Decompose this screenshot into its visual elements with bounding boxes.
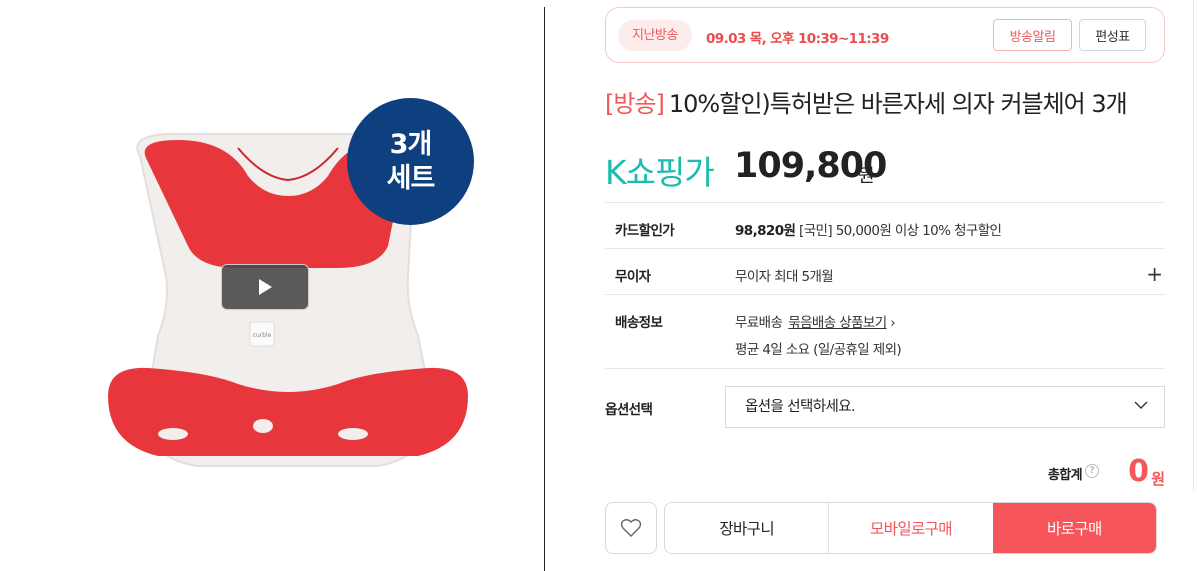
info-table-bottom-border — [605, 368, 1165, 369]
chevron-right-icon: › — [890, 315, 896, 331]
card-discount-desc: [국민] 50,000원 이상 10% 청구할인 — [799, 223, 1002, 239]
product-title-text: 10%할인)특허받은 바른자세 의자 커블체어 3개 — [668, 90, 1128, 118]
channel-price-label: K쇼핑가 — [605, 153, 715, 192]
option-label: 옵션선택 — [605, 402, 653, 418]
product-title: [방송] 10%할인)특허받은 바른자세 의자 커블체어 3개 — [605, 84, 1128, 119]
add-to-cart-button[interactable]: 장바구니 — [665, 503, 830, 553]
video-play-button[interactable] — [221, 264, 309, 310]
chevron-down-icon — [1134, 401, 1148, 409]
card-discount-row: 카드할인가 98,820원 [국민] 50,000원 이상 10% 청구할인 — [605, 202, 1165, 248]
price-unit: 원 — [858, 166, 875, 187]
product-title-tag: [방송] — [605, 90, 665, 118]
play-icon — [259, 279, 272, 295]
shipping-eta: 평균 4일 소요 (일/공휴일 제외) — [735, 342, 902, 358]
total-amount: 0 — [1128, 454, 1149, 489]
card-discount-label: 카드할인가 — [615, 223, 675, 239]
bundle-shipping-link[interactable]: 묶음배송 상품보기 — [788, 315, 887, 331]
broadcast-status-pill: 지난방송 — [618, 20, 692, 51]
schedule-button[interactable]: 편성표 — [1079, 19, 1146, 51]
card-discount-price: 98,820원 — [735, 223, 796, 239]
total-unit: 원 — [1151, 470, 1165, 488]
mobile-purchase-button[interactable]: 모바일로구매 — [829, 503, 993, 553]
broadcast-info-bar: 지난방송 09.03 목, 오후 10:39~11:39 방송알림 편성표 — [605, 7, 1165, 63]
installment-row: 무이자 무이자 최대 5개월 + — [605, 248, 1165, 294]
expand-plus-icon[interactable]: + — [1146, 264, 1163, 284]
total-label: 총합계 — [1047, 468, 1083, 483]
option-select-dropdown[interactable]: 옵션을 선택하세요. — [725, 386, 1165, 428]
help-icon[interactable]: ? — [1085, 464, 1099, 478]
chair-logo: curble — [253, 332, 272, 339]
badge-line-2: 세트 — [386, 162, 436, 194]
buy-now-button[interactable]: 바로구매 — [992, 503, 1156, 553]
shipping-label: 배송정보 — [615, 315, 663, 331]
product-info-table: 카드할인가 98,820원 [국민] 50,000원 이상 10% 청구할인 무… — [605, 202, 1165, 369]
installment-label: 무이자 — [615, 269, 651, 285]
pane-divider — [544, 7, 545, 571]
right-edge-line — [1193, 0, 1194, 490]
total-summary: 총합계 ? 0 원 — [1025, 454, 1165, 490]
heart-icon — [620, 519, 642, 537]
card-discount-value: 98,820원 [국민] 50,000원 이상 10% 청구할인 — [735, 219, 1002, 239]
purchase-button-group: 장바구니 모바일로구매 바로구매 — [664, 502, 1157, 554]
wishlist-button[interactable] — [605, 502, 657, 554]
shipping-value: 무료배송 묶음배송 상품보기 › — [735, 311, 896, 331]
product-image-pane: curble 3개 세트 — [0, 0, 544, 571]
option-select-placeholder: 옵션을 선택하세요. — [745, 399, 856, 415]
broadcast-alarm-button[interactable]: 방송알림 — [993, 19, 1072, 51]
shipping-free-text: 무료배송 — [735, 315, 783, 331]
broadcast-air-time: 09.03 목, 오후 10:39~11:39 — [706, 31, 889, 47]
shipping-row: 배송정보 무료배송 묶음배송 상품보기 › 평균 4일 소요 (일/공휴일 제외) — [605, 294, 1165, 368]
badge-line-1: 3개 — [389, 128, 433, 160]
installment-value: 무이자 최대 5개월 — [735, 269, 834, 285]
set-count-badge: 3개 세트 — [347, 98, 474, 225]
